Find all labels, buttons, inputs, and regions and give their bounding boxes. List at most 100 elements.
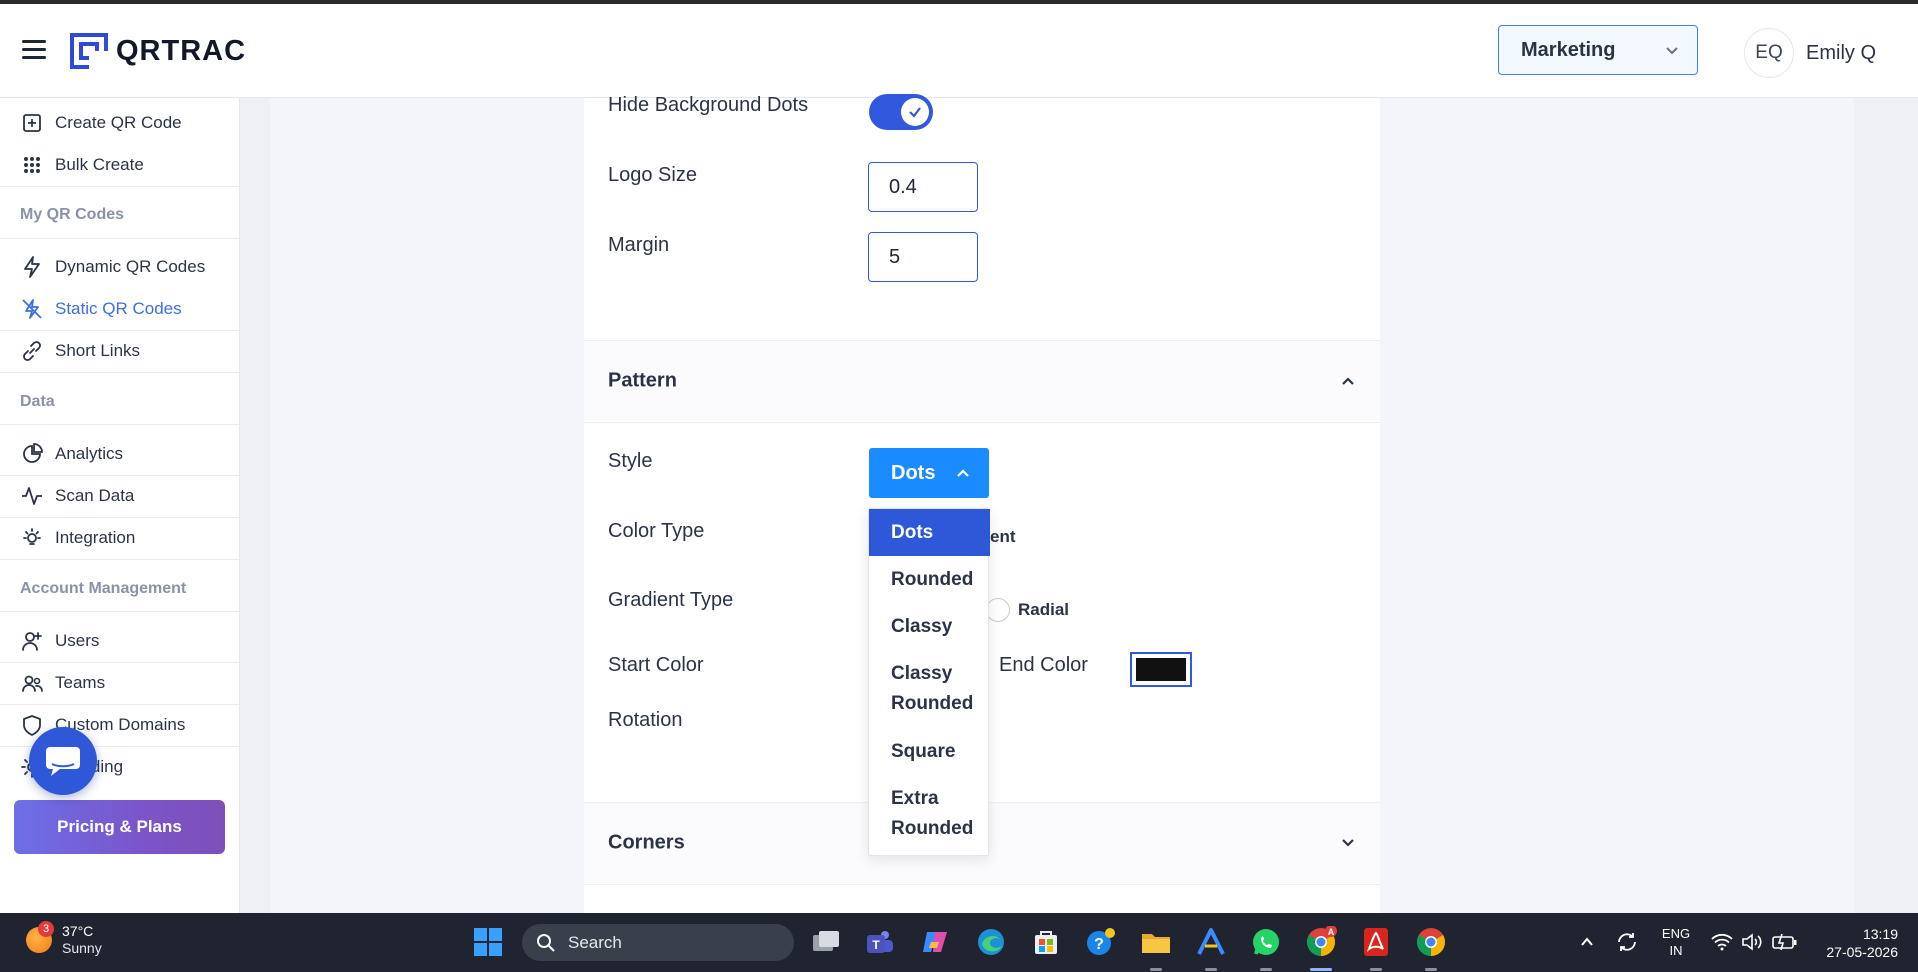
qrtrac-logo-icon [70,33,108,69]
radial-label: Radial [1018,600,1070,619]
weather-sun-icon: 3 [26,921,54,953]
toggle-knob [901,98,929,126]
style-option-square[interactable]: Square [869,731,990,773]
windows-start-icon[interactable] [472,926,504,958]
svg-text:T: T [872,938,880,952]
sync-icon[interactable] [1612,926,1642,958]
sidebar-item-label: Scan Data [55,486,135,505]
margin-input[interactable]: 5 [868,232,978,282]
microsoft-store-icon[interactable] [1030,926,1062,958]
search-placeholder: Search [568,932,622,952]
task-view-icon[interactable] [810,926,842,958]
divider [0,186,240,187]
color-type-gradient-label: ent [990,527,1016,546]
sidebar-item-dynamic-qr-codes[interactable]: Dynamic QR Codes [0,247,240,287]
sidebar-item-analytics[interactable]: Analytics [0,434,240,474]
divider [0,238,240,239]
battery-icon[interactable] [1770,926,1800,958]
sidebar-item-create-qr-code[interactable]: Create QR Code [0,103,240,143]
pricing-plans-button[interactable]: Pricing & Plans [14,800,225,854]
sidebar-item-short-links[interactable]: Short Links [0,331,240,371]
start-color-label: Start Color [608,654,704,676]
logo-size-input[interactable]: 0.4 [868,162,978,212]
whatsapp-icon[interactable] [1250,926,1282,958]
pattern-section-header[interactable]: Pattern [584,341,1380,421]
style-option-extra-rounded[interactable]: Extra Rounded [869,784,990,846]
taskbar-search[interactable]: Search [522,924,794,961]
language-region: IN [1669,943,1683,958]
user-menu[interactable]: EQ Emily Q [1744,28,1876,78]
avatar: EQ [1744,28,1794,78]
notification-badge: 3 [38,921,54,937]
style-option-classy[interactable]: Classy [869,606,990,648]
divider [0,559,240,560]
style-label: Style [608,450,653,472]
system-clock[interactable]: 13:19 27-05-2026 [1826,925,1898,961]
running-indicator [1370,968,1382,971]
logo-size-label: Logo Size [608,164,697,186]
app-icon-a[interactable] [1195,926,1227,958]
lightning-icon [20,255,44,279]
section-heading-data: Data [20,393,55,410]
hide-background-dots-toggle[interactable] [869,94,933,130]
end-color-label: End Color [999,654,1088,676]
sidebar-item-scan-data[interactable]: Scan Data [0,476,240,516]
chat-widget-button[interactable] [29,727,97,795]
activity-icon [20,484,44,508]
style-option-label: Square [891,741,956,762]
sidebar-item-bulk-create[interactable]: Bulk Create [0,145,240,185]
end-color-picker[interactable] [1130,652,1192,687]
get-help-icon[interactable]: ? [1085,926,1117,958]
chrome-profile-badge: A [1328,927,1335,937]
menu-icon[interactable] [22,40,46,60]
clock-date: 27-05-2026 [1826,944,1898,960]
style-option-classy-rounded[interactable]: Classy Rounded [869,659,990,721]
link-icon [20,339,44,363]
copilot-icon[interactable] [920,926,952,958]
style-option-label: Rounded [891,693,974,714]
style-select-value: Dots [891,461,936,484]
language-code: ENG [1661,926,1691,941]
file-explorer-icon[interactable] [1140,926,1172,958]
sidebar-item-integration[interactable]: Integration [0,518,240,558]
sidebar-item-label: Teams [55,673,106,692]
language-indicator[interactable]: ENG IN [1656,925,1696,959]
chevron-up-icon [1342,377,1354,385]
active-app-indicator [1310,968,1332,971]
clock-time: 13:19 [1862,926,1898,942]
sidebar-item-static-qr-codes[interactable]: Static QR Codes [0,289,240,329]
chevron-up-icon[interactable] [1572,926,1602,958]
weather-widget[interactable]: 3 37°C Sunny [26,921,102,957]
sidebar-item-label: Static QR Codes [55,299,182,318]
rotation-label: Rotation [608,709,683,731]
lightning-off-icon [20,297,44,321]
chrome-secondary-icon[interactable] [1415,926,1447,958]
organization-select[interactable]: Marketing [1498,25,1698,75]
volume-icon[interactable] [1738,926,1766,958]
divider [0,372,240,373]
pattern-section-title: Pattern [608,369,677,392]
sidebar-item-label: Dynamic QR Codes [55,257,206,276]
chrome-icon[interactable]: A [1305,926,1337,958]
teams-icon[interactable]: T [864,926,896,958]
edge-icon[interactable] [975,926,1007,958]
wifi-icon[interactable] [1708,926,1736,958]
running-indicator [1260,968,1272,971]
style-option-rounded[interactable]: Rounded [869,559,990,601]
hide-background-dots-label: Hide Background Dots [608,94,809,116]
divider [0,424,240,425]
style-select[interactable]: Dots [869,448,989,498]
sidebar-item-users[interactable]: Users [0,621,240,661]
running-indicator [1150,968,1162,971]
chat-icon [46,747,80,776]
app-logo[interactable]: QRTRAC [70,32,246,70]
style-option-label: Classy [891,616,953,637]
pie-chart-icon [20,442,44,466]
sidebar-item-teams[interactable]: Teams [0,663,240,703]
windows-taskbar: 3 37°C Sunny Search T ? A ENG IN 13:19 2… [0,913,1918,972]
acrobat-icon[interactable] [1360,926,1392,958]
style-option-label: Dots [891,522,934,543]
style-option-dots[interactable]: Dots [869,509,990,556]
divider [584,422,1380,423]
sidebar-item-label: Bulk Create [55,155,144,174]
